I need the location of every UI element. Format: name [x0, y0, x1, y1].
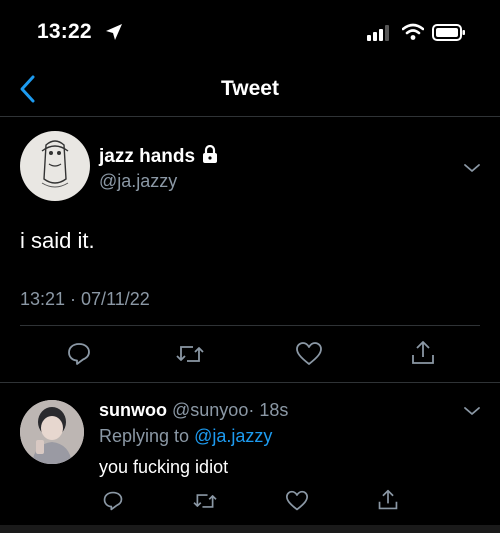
cellular-signal-icon — [367, 25, 393, 46]
chevron-down-icon[interactable] — [463, 161, 481, 179]
reply-time: · 18s — [248, 400, 289, 420]
reply-share-icon[interactable] — [377, 488, 399, 512]
status-time: 13:22 — [37, 20, 92, 43]
tweet-author[interactable]: jazz hands — [99, 144, 218, 168]
reply-author-name: sunwoo — [99, 400, 167, 420]
actions-divider — [0, 382, 500, 383]
replying-to-link[interactable]: @ja.jazzy — [194, 426, 272, 446]
tweet-text: i said it. — [20, 228, 95, 253]
wifi-icon — [401, 23, 425, 46]
reply-header[interactable]: sunwoo @sunyoo· 18s — [99, 400, 288, 421]
like-icon[interactable] — [295, 341, 323, 367]
replying-to: Replying to @ja.jazzy — [99, 426, 272, 447]
reply-icon[interactable] — [66, 341, 92, 367]
page-title: Tweet — [221, 77, 279, 100]
author-name: jazz hands — [99, 145, 196, 167]
bottom-bar-edge — [0, 525, 500, 533]
reply-chevron-down-icon[interactable] — [463, 404, 481, 422]
replying-prefix: Replying to — [99, 426, 190, 446]
lock-icon — [202, 144, 218, 168]
share-icon[interactable] — [410, 339, 436, 367]
retweet-icon[interactable] — [175, 341, 205, 367]
tweet-timestamp: 13:21 · 07/11/22 — [20, 289, 150, 309]
reply-author-handle: @sunyoo — [172, 400, 249, 420]
reply-reply-icon[interactable] — [102, 490, 124, 512]
reply-text: you fucking idiot — [99, 457, 229, 477]
avatar[interactable] — [20, 131, 90, 201]
reply-retweet-icon[interactable] — [192, 490, 218, 512]
author-handle: @ja.jazzy — [99, 171, 178, 191]
location-arrow-icon — [104, 22, 124, 47]
reply-like-icon[interactable] — [285, 490, 309, 512]
battery-icon — [432, 24, 466, 47]
header-divider — [0, 116, 500, 117]
meta-divider — [20, 325, 480, 326]
reply-avatar[interactable] — [20, 400, 84, 464]
